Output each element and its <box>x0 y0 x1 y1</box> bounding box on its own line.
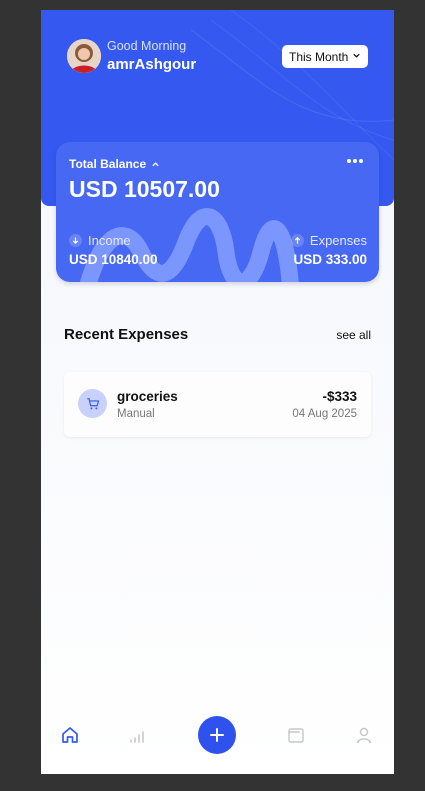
recent-expenses-title: Recent Expenses <box>64 326 189 343</box>
expense-list-item[interactable]: groceries Manual -$333 04 Aug 2025 <box>64 372 371 437</box>
nav-wallet-button[interactable] <box>284 723 308 747</box>
avatar[interactable] <box>67 39 101 73</box>
income-label-text: Income <box>88 233 131 248</box>
nav-profile-button[interactable] <box>352 723 376 747</box>
expenses-value: USD 333.00 <box>293 252 367 267</box>
expenses-label: Expenses <box>290 233 367 248</box>
total-balance-value: USD 10507.00 <box>69 176 220 202</box>
plus-icon <box>210 728 224 742</box>
income-value: USD 10840.00 <box>69 252 158 267</box>
expense-source: Manual <box>117 408 155 420</box>
period-dropdown-value: This Month <box>289 50 349 64</box>
balance-card: Total Balance USD 10507.00 Income Expens… <box>56 142 379 282</box>
expense-amount: -$333 <box>322 389 357 404</box>
expense-name: groceries <box>117 389 178 404</box>
chevron-down-icon <box>353 53 361 58</box>
expenses-label-text: Expenses <box>309 233 367 248</box>
profile-icon <box>356 727 372 744</box>
nav-stats-button[interactable] <box>125 723 149 747</box>
expense-date: 04 Aug 2025 <box>292 408 357 420</box>
username: amrAshgour <box>107 56 197 73</box>
wallet-icon <box>288 728 304 743</box>
income-label: Income <box>69 233 131 248</box>
nav-home-button[interactable] <box>58 723 82 747</box>
cart-icon <box>78 389 107 418</box>
bottom-nav <box>41 710 394 760</box>
period-dropdown[interactable]: This Month <box>282 45 368 68</box>
stats-icon <box>130 731 144 743</box>
app-screen: Good Morning amrAshgour This Month Total… <box>41 10 394 774</box>
chevron-up-icon <box>152 161 159 166</box>
see-all-link[interactable]: see all <box>336 328 371 342</box>
arrow-down-icon <box>69 234 82 247</box>
home-icon <box>62 727 78 743</box>
arrow-up-icon <box>290 234 304 247</box>
total-balance-toggle[interactable]: Total Balance <box>69 157 160 171</box>
more-icon[interactable] <box>346 158 364 164</box>
user-photo <box>67 39 101 73</box>
add-expense-button[interactable] <box>198 716 236 754</box>
greeting-text: Good Morning <box>107 39 187 53</box>
total-balance-label: Total Balance <box>69 157 147 171</box>
